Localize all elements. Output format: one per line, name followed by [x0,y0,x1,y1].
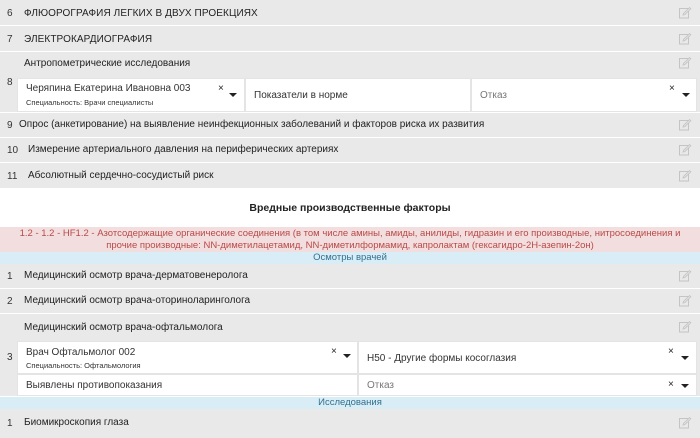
exam-row-ecg: 7 ЭЛЕКТРОКАРДИОГРАФИЯ [0,26,700,52]
ophthalmology-refusal-select[interactable]: Отказ × [358,374,697,396]
row-number: 8 [7,77,13,88]
row-number: 1 [7,271,13,282]
exam-row-blood-pressure: 10 Измерение артериального давления на п… [0,138,700,163]
row-number: 2 [7,296,13,307]
research-header: Исследования [0,397,700,409]
conclusion-select[interactable]: Выявлены противопоказания [17,374,358,396]
edit-icon[interactable] [679,270,692,282]
factor-line-2: прочие производные: NN-диметилацетамид, … [106,239,594,251]
harmful-factor-alert: 1.2 - 1.2 - HF1.2 - Азотсодержащие орган… [0,227,700,252]
edit-icon[interactable] [679,417,692,429]
diagnosis-value: H50 - Другие формы косоглазия [367,353,517,364]
exam-label: Измерение артериального давления на пери… [28,144,339,155]
result-select[interactable]: Показатели в норме [245,78,471,112]
edit-icon[interactable] [679,295,692,307]
refusal-select[interactable]: Отказ × [471,78,697,112]
edit-icon[interactable] [679,57,692,69]
edit-icon[interactable] [679,170,692,182]
exam-label: Антропометрические исследования [24,58,191,69]
doctor-value: Врач Офтальмолог 002 [26,347,136,358]
doctor-value: Черяпина Екатерина Ивановна 003 [26,83,191,94]
exam-label: Опрос (анкетирование) на выявление неинф… [19,119,485,130]
caret-down-icon[interactable] [681,356,689,360]
clear-x-icon[interactable]: × [331,347,337,357]
doctors-exams-header: Осмотры врачей [0,252,700,264]
row-number: 10 [7,145,19,156]
row-number: 9 [7,120,13,131]
harmful-factors-title: Вредные производственные факторы [249,202,451,214]
exam-label: ЭЛЕКТРОКАРДИОГРАФИЯ [24,34,153,45]
exam-label: Медицинский осмотр врача-дерматовенероло… [24,270,248,281]
caret-down-icon[interactable] [681,384,689,388]
doctor-specialty: Специальность: Врачи специалисты [26,98,154,107]
edit-icon[interactable] [679,119,692,131]
edit-icon[interactable] [679,321,692,333]
conclusion-value: Выявлены противопоказания [26,380,163,391]
clear-x-icon[interactable]: × [669,84,675,94]
exam-row-biomicroscopy: 1 Биомикроскопия глаза [0,409,700,438]
ophthalmologist-doctor-select[interactable]: Врач Офтальмолог 002 Специальность: Офта… [17,341,358,374]
doctor-select[interactable]: Черяпина Екатерина Ивановна 003 Специаль… [17,78,245,112]
exam-label: Абсолютный сердечно-сосудистый риск [28,170,214,181]
exam-row-survey: 9 Опрос (анкетирование) на выявление неи… [0,113,700,138]
exam-label: Медицинский осмотр врача-офтальмолога [24,322,223,333]
result-value: Показатели в норме [254,90,348,101]
exam-row-dermatovenereologist: 1 Медицинский осмотр врача-дерматовенеро… [0,264,700,289]
caret-down-icon[interactable] [343,354,351,358]
exam-label: Биомикроскопия глаза [24,417,129,428]
exam-label: ФЛЮОРОГРАФИЯ ЛЕГКИХ В ДВУХ ПРОЕКЦИЯХ [24,8,258,19]
clear-x-icon[interactable]: × [668,380,674,390]
doctor-specialty: Специальность: Офтальмология [26,361,141,370]
row-number: 11 [7,171,18,182]
row-number: 3 [7,352,13,363]
row-number: 6 [7,8,13,19]
exam-label: Медицинский осмотр врача-оториноларингол… [24,295,251,306]
refusal-placeholder: Отказ [367,380,394,391]
row-number: 7 [7,34,13,45]
exam-row-otorhinolaryngologist: 2 Медицинский осмотр врача-оториноларинг… [0,289,700,314]
clear-x-icon[interactable]: × [668,347,674,357]
exam-row-cv-risk: 11 Абсолютный сердечно-сосудистый риск [0,163,700,189]
clear-x-icon[interactable]: × [218,84,224,94]
factor-line-1: 1.2 - 1.2 - HF1.2 - Азотсодержащие орган… [19,228,681,239]
exam-row-fluorography: 6 ФЛЮОРОГРАФИЯ ЛЕГКИХ В ДВУХ ПРОЕКЦИЯХ [0,0,700,26]
row-number: 1 [7,418,13,429]
caret-down-icon[interactable] [229,93,237,97]
edit-icon[interactable] [679,144,692,156]
edit-icon[interactable] [679,33,692,45]
refusal-placeholder: Отказ [480,90,507,101]
diagnosis-select[interactable]: H50 - Другие формы косоглазия × [358,341,697,374]
edit-icon[interactable] [679,7,692,19]
caret-down-icon[interactable] [682,93,690,97]
